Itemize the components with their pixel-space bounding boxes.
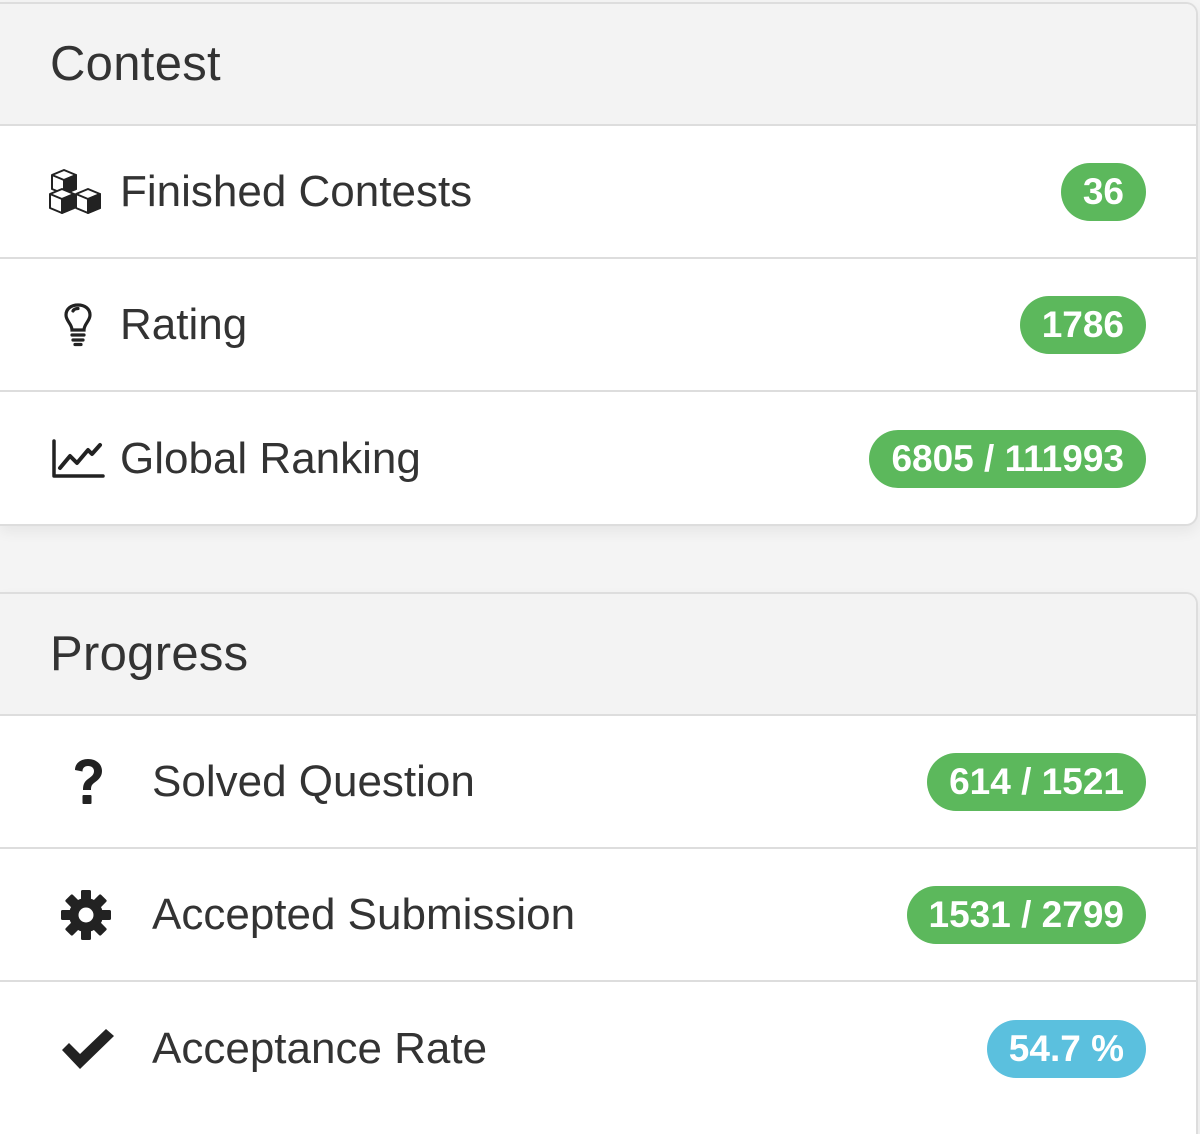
check-icon	[58, 1025, 118, 1073]
progress-panel-heading: Progress	[0, 594, 1196, 716]
list-item-finished-contests: Finished Contests 36	[0, 126, 1196, 259]
global-ranking-badge: 6805 / 111993	[869, 429, 1146, 488]
list-item-accepted-submission: Accepted Submission 1531 / 2799	[0, 849, 1196, 982]
finished-contests-label: Finished Contests	[120, 166, 473, 216]
contest-panel-heading: Contest	[0, 4, 1196, 126]
question-icon	[66, 756, 110, 808]
rating-badge: 1786	[1019, 295, 1146, 354]
solved-question-badge: 614 / 1521	[927, 752, 1146, 811]
list-item-global-ranking: Global Ranking 6805 / 111993	[0, 392, 1196, 524]
rating-label: Rating	[120, 299, 248, 349]
progress-panel: Progress Solved Question 614 / 1521 Acce…	[0, 592, 1198, 1134]
cubes-icon	[48, 164, 104, 220]
solved-question-label: Solved Question	[152, 756, 475, 806]
list-item-solved-question: Solved Question 614 / 1521	[0, 716, 1196, 849]
gear-icon	[58, 887, 114, 943]
acceptance-rate-label: Acceptance Rate	[152, 1023, 488, 1073]
finished-contests-badge: 36	[1060, 162, 1146, 221]
progress-panel-title: Progress	[50, 627, 249, 681]
global-ranking-label: Global Ranking	[120, 433, 421, 483]
acceptance-rate-badge: 54.7 %	[986, 1019, 1146, 1078]
contest-panel-title: Contest	[50, 37, 221, 91]
contest-panel: Contest Finished Contests 36 Rating 1786…	[0, 2, 1198, 526]
lightbulb-icon	[60, 301, 96, 349]
accepted-submission-label: Accepted Submission	[152, 889, 576, 939]
list-item-acceptance-rate: Acceptance Rate 54.7 %	[0, 982, 1196, 1115]
accepted-submission-badge: 1531 / 2799	[906, 885, 1146, 944]
list-item-rating: Rating 1786	[0, 259, 1196, 392]
line-chart-icon	[50, 437, 106, 481]
